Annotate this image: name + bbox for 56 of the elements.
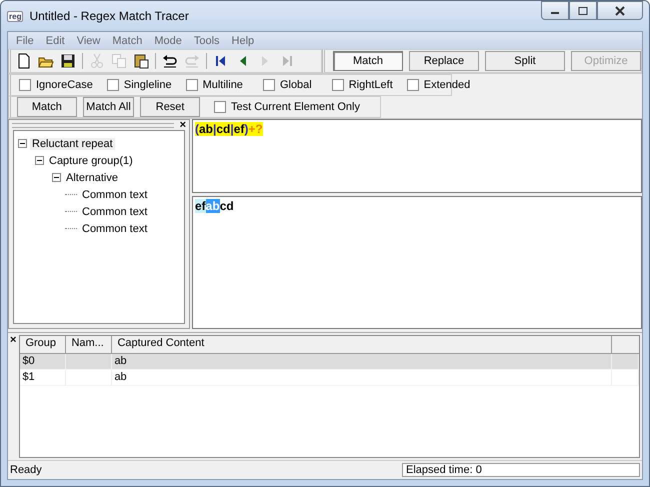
checkbox-label: Test Current Element Only — [231, 101, 360, 113]
menu-item[interactable]: View — [70, 34, 106, 46]
action-button[interactable]: Reset — [140, 97, 200, 117]
menu-item[interactable]: Mode — [148, 34, 188, 46]
close-icon — [615, 6, 625, 16]
status-text: Ready — [10, 464, 43, 476]
table-row[interactable]: $0 ab — [20, 354, 639, 370]
window-title: Untitled - Regex Match Tracer — [29, 9, 189, 23]
tree-item[interactable]: Common text — [80, 206, 150, 218]
checkbox[interactable] — [186, 79, 198, 91]
collapse-icon[interactable] — [35, 156, 44, 165]
tree-item[interactable]: Capture group(1) — [47, 154, 135, 166]
mode-button[interactable]: Replace — [409, 51, 479, 71]
checkbox-label: Extended — [424, 79, 470, 91]
menu-item[interactable]: File — [10, 34, 40, 46]
menu-item[interactable]: Tools — [188, 34, 226, 46]
column-header[interactable]: Group — [20, 336, 66, 353]
checkbox-label: IgnoreCase — [36, 79, 93, 91]
mode-button[interactable]: Match — [333, 51, 403, 71]
app-logo-icon: reg — [7, 10, 24, 22]
tree-item[interactable]: Common text — [80, 188, 150, 200]
checkbox[interactable] — [262, 79, 275, 91]
menu-item[interactable]: Edit — [40, 34, 71, 46]
checkbox-label: Multiline — [202, 79, 243, 91]
checkbox[interactable] — [406, 79, 419, 91]
checkbox[interactable] — [332, 79, 344, 91]
regex-editor[interactable]: (ab|cd|ef)+? — [192, 119, 642, 193]
column-header[interactable]: Nam... — [66, 336, 112, 353]
collapse-icon[interactable] — [52, 173, 61, 182]
column-header[interactable]: Captured Content — [112, 336, 612, 353]
elapsed-time-text: Elapsed time: 0 — [402, 463, 640, 477]
checkbox[interactable] — [106, 79, 119, 91]
menu-item[interactable]: Match — [106, 34, 148, 46]
checkbox[interactable] — [19, 79, 31, 91]
test-text-editor[interactable]: efabcd — [192, 196, 642, 329]
checkbox[interactable] — [214, 101, 226, 113]
table-row[interactable]: $1 ab — [20, 370, 639, 386]
close-icon[interactable]: × — [180, 120, 186, 130]
menu-item[interactable]: Help — [226, 34, 260, 46]
close-button[interactable] — [597, 1, 643, 20]
action-button[interactable]: Match All — [82, 97, 134, 117]
tree-item[interactable]: Reluctant repeat — [30, 138, 115, 150]
action-button[interactable]: Match — [17, 97, 77, 117]
tree-item[interactable]: Common text — [80, 222, 150, 234]
checkbox-label: RightLeft — [348, 79, 393, 91]
maximize-button[interactable] — [569, 1, 597, 20]
maximize-icon — [578, 6, 588, 14]
minimize-button[interactable] — [541, 1, 569, 20]
regex-text: (ab|cd|ef)+? — [195, 122, 263, 136]
mode-button[interactable]: Split — [485, 51, 565, 71]
tree-item[interactable]: Alternative — [64, 172, 120, 184]
checkbox-label: Global — [280, 79, 312, 91]
checkbox-label: Singleline — [124, 79, 172, 91]
collapse-icon[interactable] — [18, 139, 27, 148]
test-text: efabcd — [195, 199, 234, 213]
close-icon[interactable]: × — [10, 335, 16, 458]
